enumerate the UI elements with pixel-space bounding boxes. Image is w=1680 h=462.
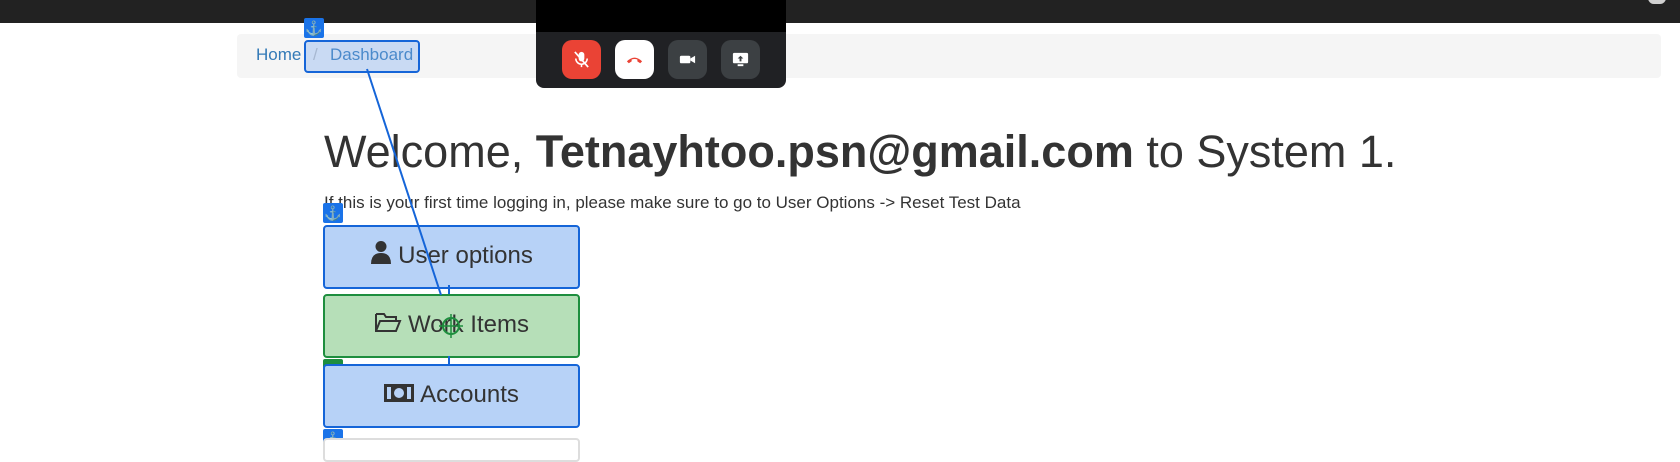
work-items-button[interactable]: Work Items bbox=[323, 294, 580, 358]
screen-share-button[interactable] bbox=[721, 40, 760, 79]
camera-button[interactable] bbox=[668, 40, 707, 79]
top-navbar bbox=[0, 0, 1680, 23]
video-camera-icon bbox=[679, 55, 696, 64]
call-video-preview bbox=[536, 0, 786, 32]
navbar-user-icon[interactable] bbox=[1648, 0, 1666, 4]
intro-text: If this is your first time logging in, p… bbox=[324, 193, 1021, 212]
accounts-label: Accounts bbox=[420, 381, 519, 408]
screen-share-icon bbox=[732, 52, 749, 67]
phone-hangup-icon bbox=[626, 57, 643, 64]
anchor-icon: ⚓ bbox=[323, 203, 343, 223]
user-options-button[interactable]: User options bbox=[323, 225, 580, 289]
welcome-suffix: to System 1. bbox=[1133, 126, 1397, 177]
breadcrumb-home-link[interactable]: Home bbox=[256, 45, 301, 65]
hang-up-button[interactable] bbox=[615, 40, 654, 79]
welcome-heading: Welcome, Tetnayhtoo.psn@gmail.com to Sys… bbox=[324, 126, 1396, 178]
accounts-button[interactable]: Accounts bbox=[323, 364, 580, 428]
welcome-user-email: Tetnayhtoo.psn@gmail.com bbox=[535, 126, 1134, 177]
user-icon bbox=[370, 228, 392, 286]
call-control-bar bbox=[536, 0, 786, 88]
money-bill-icon bbox=[384, 367, 415, 425]
user-options-label: User options bbox=[398, 242, 533, 269]
work-items-label: Work Items bbox=[408, 311, 529, 338]
anchor-icon: ⚓ bbox=[304, 18, 324, 38]
mute-button[interactable] bbox=[562, 40, 601, 79]
welcome-prefix: Welcome, bbox=[324, 126, 536, 177]
next-menu-button[interactable] bbox=[323, 438, 580, 462]
mic-off-icon bbox=[574, 51, 589, 68]
breadcrumb: Home / Dashboard bbox=[237, 34, 1661, 78]
anchor-highlight-dashboard bbox=[304, 40, 420, 73]
folder-open-icon bbox=[374, 297, 402, 355]
